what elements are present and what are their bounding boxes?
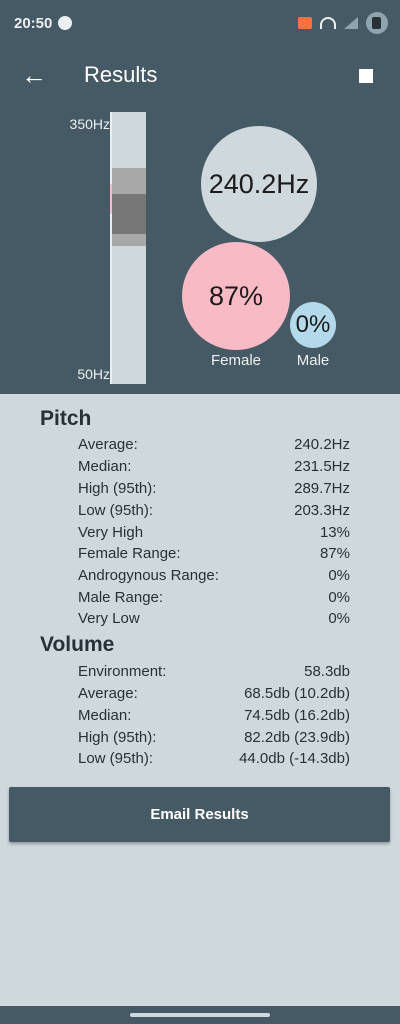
volume-row: Median: 74.5db (16.2db) [78, 707, 350, 729]
page-title: Results [84, 62, 158, 87]
status-bar: 20:50 [0, 0, 400, 48]
status-icons [298, 12, 388, 34]
row-value: 82.2db (23.9db) [244, 729, 350, 746]
navigation-bar [0, 1006, 400, 1024]
row-value: 87% [319, 545, 350, 562]
battery-icon [366, 12, 388, 34]
signal-icon [344, 17, 358, 29]
volume-row: Low (95th): 44.0db (-14.3db) [78, 750, 350, 772]
pitch-range-bar [112, 112, 146, 384]
male-percent-circle: 0% [290, 302, 336, 348]
pitch-row: Female Range: 87% [78, 545, 350, 567]
pitch-row: Very Low 0% [78, 610, 350, 632]
pitch-scale-line [110, 112, 112, 384]
row-label: Average: [78, 685, 138, 702]
row-label: Median: [78, 458, 132, 475]
row-label: Male Range: [78, 589, 164, 606]
row-label: Average: [78, 436, 138, 453]
row-value: 74.5db (16.2db) [244, 707, 350, 724]
female-label: Female [210, 352, 262, 369]
row-value: 0% [328, 610, 350, 627]
home-gesture-handle[interactable] [130, 1013, 270, 1017]
row-value: 58.3db [304, 663, 350, 680]
row-label: Low (95th): [78, 502, 154, 519]
row-label: High (95th): [78, 480, 157, 497]
status-time: 20:50 [14, 15, 53, 32]
hz-top-label: 350Hz [69, 116, 110, 132]
pitch-row: Androgynous Range: 0% [78, 567, 350, 589]
row-label: Low (95th): [78, 750, 154, 767]
row-label: Very Low [78, 610, 140, 627]
back-button[interactable]: ← [16, 58, 52, 94]
pitch-visual-panel: 350Hz 50Hz 240.2Hz 87% 0% Female Male [0, 104, 400, 394]
female-percent-circle: 87% [182, 242, 290, 350]
pitch-row: Average: 240.2Hz [78, 436, 350, 458]
frequency-circle: 240.2Hz [201, 126, 317, 242]
volume-row: Environment: 58.3db [78, 663, 350, 685]
app-bar: ← Results [0, 48, 400, 104]
row-value: 13% [319, 524, 350, 541]
row-label: Environment: [78, 663, 167, 680]
row-value: 44.0db (-14.3db) [239, 750, 350, 767]
messenger-icon [58, 16, 72, 30]
cast-icon [298, 17, 312, 29]
row-label: Androgynous Range: [78, 567, 219, 584]
pitch-row: Median: 231.5Hz [78, 458, 350, 480]
volume-row: High (95th): 82.2db (23.9db) [78, 729, 350, 751]
pitch-section-title: Pitch [40, 407, 92, 430]
male-label: Male [296, 352, 330, 369]
row-label: High (95th): [78, 729, 157, 746]
row-value: 240.2Hz [294, 436, 350, 453]
row-label: Female Range: [78, 545, 181, 562]
volume-section-title: Volume [40, 633, 115, 656]
row-label: Very High [78, 524, 144, 541]
row-label: Median: [78, 707, 132, 724]
row-value: 0% [328, 589, 350, 606]
row-value: 68.5db (10.2db) [244, 685, 350, 702]
stop-button[interactable] [354, 64, 378, 88]
pitch-row: High (95th): 289.7Hz [78, 480, 350, 502]
wifi-icon [320, 17, 336, 29]
row-value: 289.7Hz [294, 480, 350, 497]
pitch-row: Low (95th): 203.3Hz [78, 502, 350, 524]
row-value: 231.5Hz [294, 458, 350, 475]
back-arrow-icon: ← [21, 60, 47, 90]
pitch-band-inner [112, 194, 146, 234]
row-value: 203.3Hz [294, 502, 350, 519]
volume-row: Average: 68.5db (10.2db) [78, 685, 350, 707]
hz-bottom-label: 50Hz [77, 366, 110, 382]
pitch-row: Very High 13% [78, 524, 350, 546]
stop-icon [359, 69, 373, 83]
pitch-scale-marker [110, 184, 112, 214]
email-results-button[interactable]: Email Results [9, 787, 390, 842]
row-value: 0% [328, 567, 350, 584]
pitch-row: Male Range: 0% [78, 589, 350, 611]
